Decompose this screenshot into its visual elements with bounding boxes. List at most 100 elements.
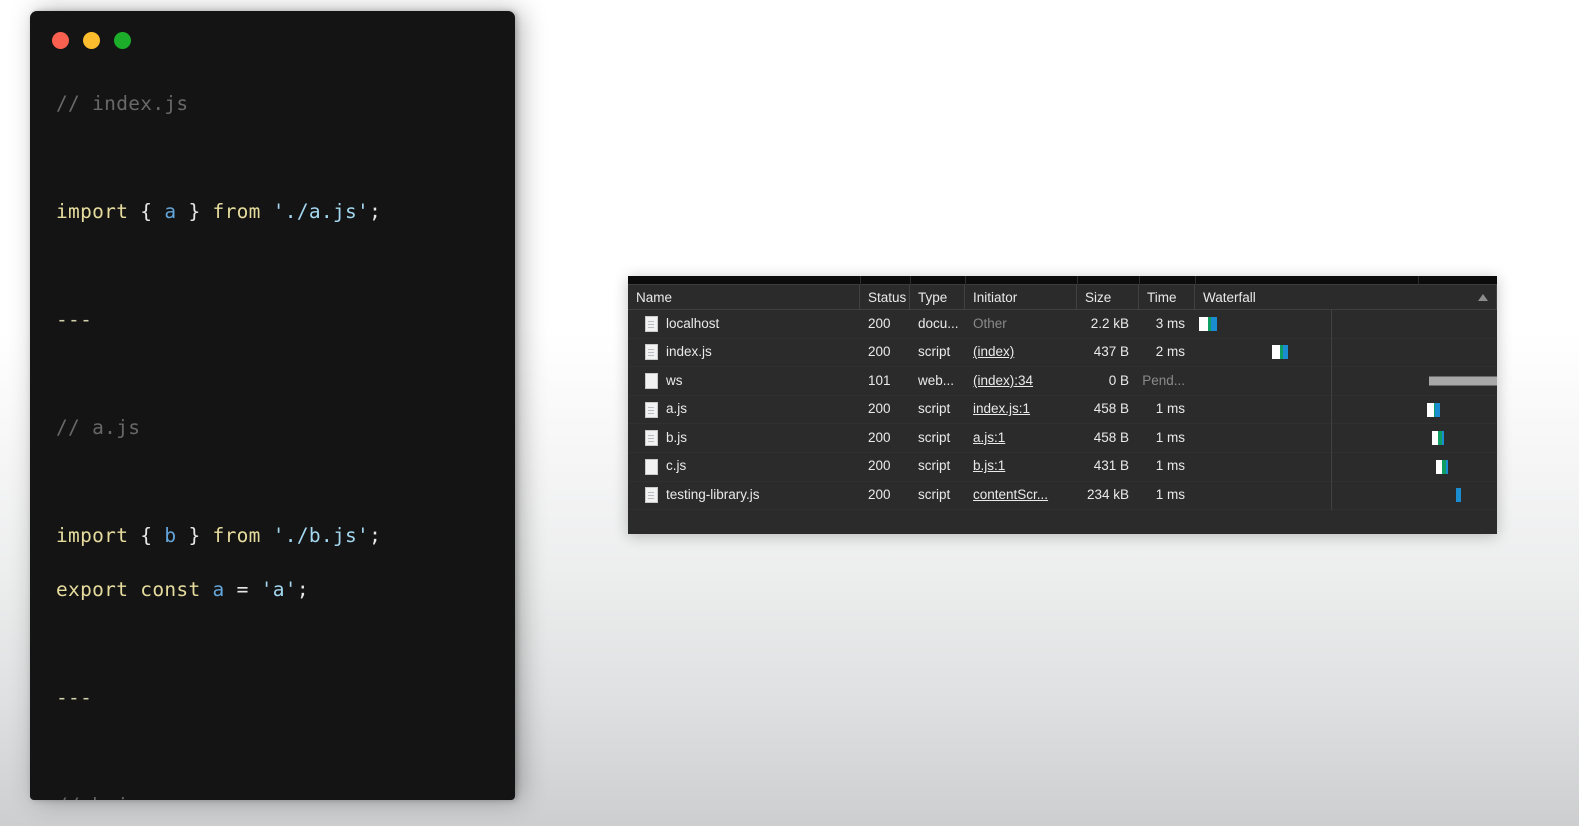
network-request-row[interactable]: localhost 200 docu... Other 2.2 kB 3 ms: [628, 309, 1497, 339]
minimize-window-button[interactable]: [83, 31, 100, 49]
waterfall-waiting-segment: [1426, 402, 1434, 417]
cell-name[interactable]: b.js: [628, 424, 860, 453]
cell-name[interactable]: ws: [628, 367, 860, 396]
cell-initiator[interactable]: a.js:1: [965, 424, 1077, 453]
waterfall-track: [1195, 395, 1497, 424]
close-window-button[interactable]: [52, 31, 69, 49]
cell-size: 437 B: [1093, 344, 1129, 360]
cell-status: 200: [868, 315, 891, 331]
waterfall-timing-bar: [1432, 431, 1445, 446]
waterfall-download-segment: [1442, 431, 1445, 446]
cell-waterfall: [1195, 452, 1497, 482]
cell-type: docu...: [918, 315, 959, 331]
network-request-row[interactable]: ws 101 web... (index):34 0 B Pend...: [628, 366, 1497, 396]
waterfall-download-segment: [1456, 488, 1462, 503]
column-header-size[interactable]: Size: [1077, 284, 1139, 310]
document-file-icon: [645, 487, 658, 504]
network-request-row[interactable]: c.js 200 script b.js:1 431 B 1 ms: [628, 452, 1497, 482]
cell-name[interactable]: testing-library.js: [628, 481, 860, 510]
document-file-icon: [645, 315, 658, 332]
cell-waterfall: [1195, 423, 1497, 453]
cell-status: 200: [868, 344, 891, 360]
request-name-label: ws: [666, 372, 683, 388]
network-table-header: Name Status Type Initiator Size Time Wat…: [628, 284, 1497, 310]
cell-initiator[interactable]: (index):34: [965, 367, 1077, 396]
column-header-status[interactable]: Status: [860, 284, 910, 310]
waterfall-timing-bar: [1198, 316, 1217, 331]
code-separator-line: ---: [56, 686, 93, 709]
cell-status: 200: [868, 429, 891, 445]
waterfall-gridline: [1330, 366, 1332, 396]
cell-size: 431 B: [1093, 458, 1129, 474]
waterfall-track: [1195, 423, 1497, 453]
document-file-icon: [645, 430, 658, 447]
cell-initiator[interactable]: b.js:1: [965, 452, 1077, 481]
initiator-link[interactable]: (index): [973, 344, 1014, 359]
cell-waterfall: [1195, 395, 1497, 424]
maximize-window-button[interactable]: [114, 31, 131, 49]
network-request-row[interactable]: testing-library.js 200 script contentScr...…: [628, 481, 1497, 511]
cell-size: 0 B: [1108, 372, 1129, 388]
waterfall-waiting-segment: [1272, 345, 1280, 360]
triangle-up-icon[interactable]: [1478, 294, 1488, 301]
cell-initiator: Other: [973, 315, 1007, 331]
initiator-link[interactable]: a.js:1: [973, 430, 1005, 445]
cell-name[interactable]: c.js: [628, 452, 860, 481]
request-name-label: a.js: [666, 401, 688, 417]
waterfall-pending-bar: [1429, 376, 1497, 386]
cell-initiator[interactable]: contentScr...: [965, 481, 1077, 510]
request-name-label: localhost: [666, 315, 720, 331]
document-file-icon: [645, 344, 658, 361]
cell-waterfall: [1195, 338, 1497, 367]
initiator-link[interactable]: b.js:1: [973, 458, 1005, 473]
waterfall-gridline: [1330, 395, 1332, 424]
waterfall-timing-bar: [1272, 345, 1288, 360]
waterfall-gridline: [1330, 452, 1332, 482]
waterfall-gridline: [1330, 481, 1332, 510]
document-file-icon: [645, 458, 658, 475]
initiator-link[interactable]: index.js:1: [973, 401, 1030, 416]
cell-time: 1 ms: [1155, 429, 1185, 445]
cell-initiator[interactable]: (index): [965, 338, 1077, 367]
cell-initiator[interactable]: index.js:1: [965, 395, 1077, 424]
cell-time: 1 ms: [1155, 458, 1185, 474]
code-import-line: import { a } from './a.js';: [56, 200, 382, 223]
network-request-list: localhost 200 docu... Other 2.2 kB 3 ms index.…: [628, 309, 1497, 511]
cell-waterfall: [1195, 309, 1497, 339]
column-header-time[interactable]: Time: [1139, 284, 1195, 310]
column-header-name[interactable]: Name: [628, 284, 860, 310]
cell-time: 2 ms: [1155, 344, 1185, 360]
column-header-type[interactable]: Type: [910, 284, 965, 310]
cell-time: 3 ms: [1155, 315, 1185, 331]
code-content[interactable]: // index.js import { a } from './a.js'; …: [30, 69, 515, 800]
waterfall-download-segment: [1283, 345, 1288, 360]
initiator-link[interactable]: (index):34: [973, 373, 1033, 388]
cell-waterfall: [1195, 481, 1497, 510]
cell-status: 200: [868, 401, 891, 417]
cell-time: 1 ms: [1155, 401, 1185, 417]
column-header-initiator[interactable]: Initiator: [965, 284, 1077, 310]
request-name-label: b.js: [666, 429, 688, 445]
code-separator-line: ---: [56, 308, 93, 331]
cell-size: 458 B: [1093, 401, 1129, 417]
network-request-row[interactable]: index.js 200 script (index) 437 B 2 ms: [628, 338, 1497, 368]
cell-name[interactable]: a.js: [628, 395, 860, 424]
cell-name[interactable]: index.js: [628, 338, 860, 367]
network-request-row[interactable]: b.js 200 script a.js:1 458 B 1 ms: [628, 423, 1497, 453]
request-name-label: testing-library.js: [666, 487, 760, 503]
cell-name[interactable]: localhost: [628, 310, 860, 339]
waterfall-track: [1195, 366, 1497, 396]
waterfall-track: [1195, 309, 1497, 339]
column-header-waterfall[interactable]: Waterfall: [1195, 284, 1497, 310]
code-export-line: export const a = 'a';: [56, 578, 309, 601]
waterfall-download-segment: [1434, 402, 1440, 417]
devtools-network-panel: Name Status Type Initiator Size Time Wat…: [628, 276, 1497, 534]
initiator-link[interactable]: contentScr...: [973, 487, 1048, 502]
network-request-row[interactable]: a.js 200 script index.js:1 458 B 1 ms: [628, 395, 1497, 425]
waterfall-gridline: [1330, 338, 1332, 367]
request-name-label: c.js: [666, 458, 687, 474]
cell-time: 1 ms: [1155, 487, 1185, 503]
document-file-icon: [645, 401, 658, 418]
cell-status: 200: [868, 487, 891, 503]
cell-type: script: [918, 487, 951, 503]
